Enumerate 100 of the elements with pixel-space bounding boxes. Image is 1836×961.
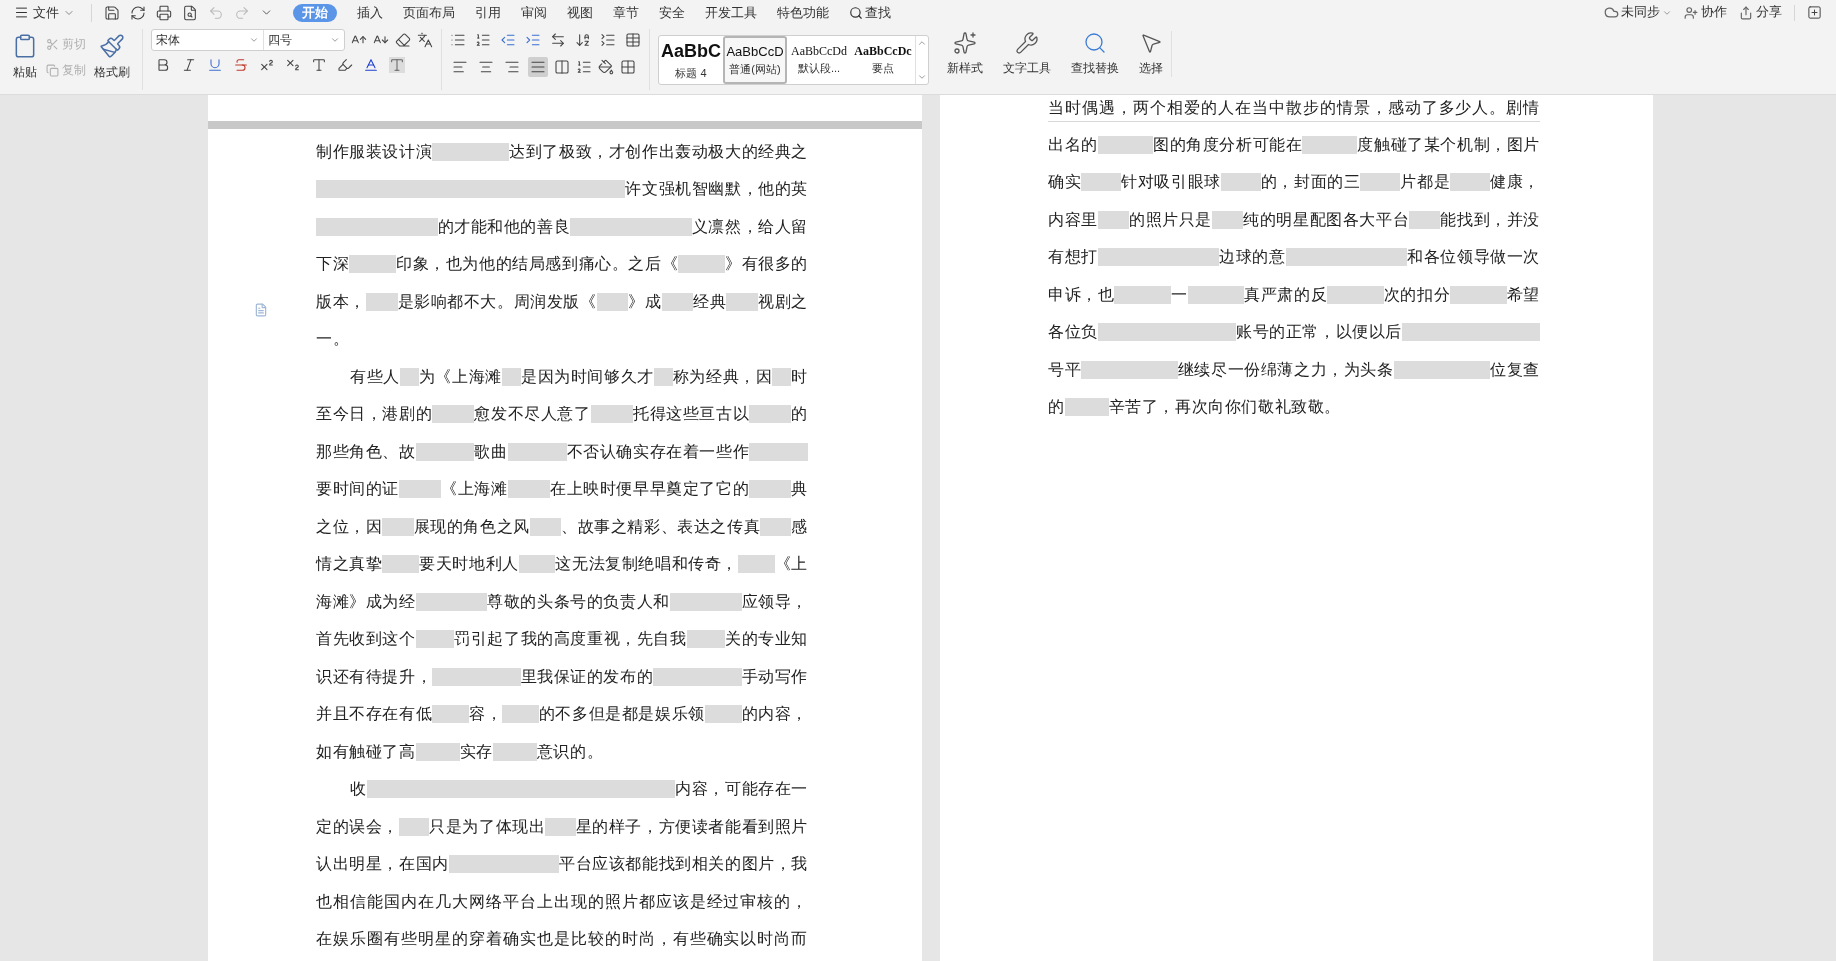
text-direction-icon[interactable] <box>550 32 566 48</box>
share-icon <box>1739 5 1753 20</box>
paragraph-text: 感 <box>791 516 808 537</box>
paragraph-text: 为《上海滩 <box>418 366 502 387</box>
save-icon[interactable] <box>104 4 120 21</box>
paintbrush-icon <box>99 33 125 59</box>
paragraph-text: 的 <box>791 404 808 425</box>
blurred-text <box>399 480 442 499</box>
ribbon-tab[interactable]: 安全 <box>659 3 685 22</box>
ribbon-tab[interactable]: 开发工具 <box>705 3 757 22</box>
style-item[interactable]: AaBbC 标题 4 <box>659 35 723 84</box>
font-family-dropdown[interactable]: 宋体 <box>152 30 264 50</box>
blurred-text <box>382 555 420 574</box>
paragraph-text: 当时偶遇，两个相爱的人在当中散步的情景，感动了多少人。剧情 <box>1048 98 1540 118</box>
italic-icon[interactable] <box>181 57 197 73</box>
paragraph-text: 如有触碰了高 <box>316 741 416 762</box>
line-spacing-icon[interactable] <box>576 59 592 75</box>
ribbon-tab[interactable]: 引用 <box>475 3 501 22</box>
collaborate-button[interactable]: 协作 <box>1684 3 1727 22</box>
ribbon-tab[interactable]: 插入 <box>357 3 383 22</box>
blurred-text <box>545 817 576 836</box>
search-button[interactable]: 查找 <box>849 2 891 23</box>
blurred-text <box>1187 285 1245 304</box>
paragraph-text: 有些人 <box>350 366 400 387</box>
phonetic-guide-icon[interactable] <box>417 32 433 48</box>
blurred-text <box>1212 210 1244 229</box>
paragraph-text: 定的误会， <box>316 816 399 837</box>
paragraph-text: 有想打 <box>1048 247 1098 268</box>
paragraph-text: 至今日，港剧的 <box>316 404 433 425</box>
style-item[interactable]: AaBbCcD 普通(网站) <box>723 35 787 84</box>
paragraph-text: 版本， <box>316 291 366 312</box>
subscript-icon[interactable] <box>285 57 301 73</box>
paragraph-text: 那些角色、故 <box>316 441 416 462</box>
blurred-text <box>1409 210 1441 229</box>
numbered-list-icon[interactable] <box>475 32 491 48</box>
underline-icon[interactable] <box>207 57 223 73</box>
new-style-button[interactable]: 新样式 <box>947 31 983 77</box>
font-color-icon[interactable] <box>363 57 379 73</box>
indent-increase-icon[interactable] <box>525 32 541 48</box>
blurred-text <box>760 517 792 536</box>
paragraph-text: 图的角度分析可能在 <box>1152 134 1303 155</box>
file-menu[interactable]: 文件 <box>14 2 83 23</box>
blurred-text <box>749 480 792 499</box>
paragraph-text: 确实 <box>1048 172 1082 193</box>
paragraph-text: 尊敬的头条号的负责人和 <box>487 591 670 612</box>
eraser-icon[interactable] <box>395 32 411 48</box>
sync-button[interactable]: 未同步 <box>1604 3 1672 22</box>
paragraph-text: 情之真挚 <box>316 554 383 575</box>
paragraph-text: 时 <box>791 366 809 387</box>
line-break-icon[interactable] <box>600 32 616 48</box>
blurred-text <box>1081 173 1122 192</box>
blurred-text <box>502 705 539 724</box>
paragraph-text: 纯的明星配图各大平台 <box>1243 209 1410 230</box>
sort-icon[interactable] <box>575 32 591 48</box>
font-size-dropdown[interactable]: 四号 <box>264 30 344 50</box>
align-button[interactable] <box>528 57 548 77</box>
bullet-list-icon[interactable] <box>450 32 466 48</box>
paragraph-text: 义凛然，给人留 <box>691 216 808 237</box>
style-item[interactable]: AaBbCcDd 默认段... <box>787 35 851 84</box>
distribute-icon[interactable] <box>554 59 570 75</box>
text-effect-icon[interactable] <box>311 57 327 73</box>
text-tools-button[interactable]: 文字工具 <box>1003 31 1051 77</box>
ribbon-tab[interactable]: 审阅 <box>521 3 547 22</box>
print-preview-icon[interactable] <box>182 4 198 21</box>
paragraph-text: 在上映时便早早奠定了它的 <box>549 479 750 500</box>
style-item[interactable]: AaBbCcDc 要点 <box>851 35 915 84</box>
paragraph-text: 真严肃的反 <box>1244 284 1328 305</box>
paragraph-text: 位复查 <box>1490 359 1540 380</box>
find-replace-button[interactable]: 查找替换 <box>1071 31 1119 77</box>
blurred-text <box>507 480 550 499</box>
indent-decrease-icon[interactable] <box>500 32 516 48</box>
paragraph-text: 制作服装设计演 <box>316 141 433 162</box>
paragraph-text: 托得这些亘古以 <box>632 404 750 425</box>
borders-icon[interactable] <box>620 59 636 75</box>
add-note-icon[interactable] <box>1807 5 1822 20</box>
format-painter-button[interactable]: 格式刷 <box>94 29 130 81</box>
paste-button[interactable]: 粘贴 <box>12 29 38 81</box>
character-shading-icon[interactable] <box>389 57 405 73</box>
print-icon[interactable] <box>156 4 172 21</box>
superscript-icon[interactable] <box>259 57 275 73</box>
paragraph-text: 识还有待提升， <box>316 666 433 687</box>
blurred-text <box>749 442 808 461</box>
shading-icon[interactable] <box>598 59 614 75</box>
refresh-icon[interactable] <box>130 4 146 21</box>
blurred-text <box>678 255 725 274</box>
paragraph-text: 星的样子，方便读者能看到照片 <box>575 816 808 837</box>
blurred-text <box>529 517 561 536</box>
bold-icon[interactable] <box>155 57 171 73</box>
table-icon[interactable] <box>625 32 641 48</box>
ribbon-tab[interactable]: 页面布局 <box>403 3 455 22</box>
strikethrough-icon[interactable] <box>233 57 249 73</box>
blurred-text <box>726 292 759 311</box>
paragraph-text: 》有很多的 <box>725 254 808 275</box>
select-button[interactable]: 选择 <box>1139 31 1172 77</box>
share-button[interactable]: 分享 <box>1739 3 1782 22</box>
highlighter-icon[interactable] <box>337 57 353 73</box>
ribbon-tab[interactable]: 章节 <box>613 3 639 22</box>
paragraph-text: 只是为了体现出 <box>429 816 546 837</box>
ribbon-tab[interactable]: 视图 <box>567 3 593 22</box>
ribbon-tab[interactable]: 特色功能 <box>777 3 829 22</box>
